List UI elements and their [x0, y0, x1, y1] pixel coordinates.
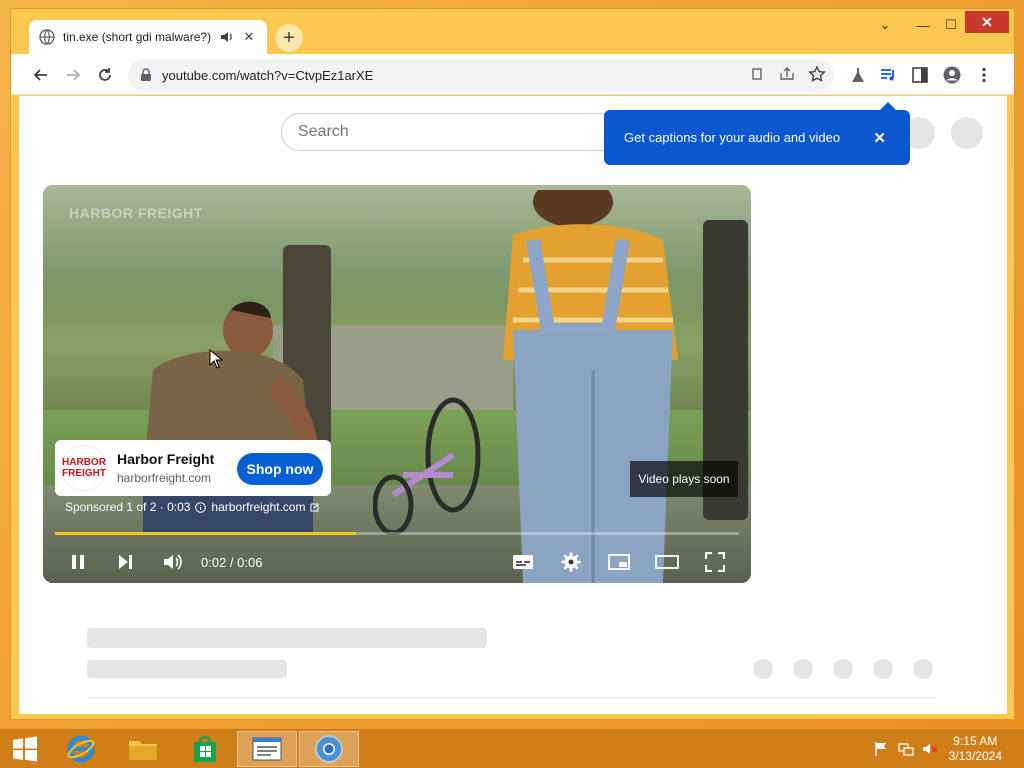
search-input[interactable]: Search: [281, 113, 621, 151]
fullscreen-icon[interactable]: [702, 549, 728, 575]
tab-close-icon[interactable]: ✕: [241, 29, 257, 45]
share-icon[interactable]: [778, 65, 796, 83]
minimize-button[interactable]: —: [911, 15, 935, 35]
ad-title[interactable]: Harbor Freight: [117, 451, 237, 467]
mouse-cursor-icon: [209, 349, 223, 369]
action-skeleton: [753, 659, 773, 679]
clock-date: 3/13/2024: [948, 749, 1002, 763]
back-icon[interactable]: [29, 63, 53, 87]
network-icon[interactable]: [898, 741, 914, 757]
system-clock[interactable]: 9:15 AM 3/13/2024: [949, 734, 1002, 764]
miniplayer-icon[interactable]: [606, 549, 632, 575]
volume-muted-icon[interactable]: [922, 741, 938, 757]
profile-icon[interactable]: [943, 66, 961, 84]
captions-tooltip: Get captions for your audio and video ✕: [604, 102, 910, 165]
ad-card[interactable]: HARBOR FREIGHT Harbor Freight harborfrei…: [55, 440, 331, 496]
player-controls: 0:02 / 0:06: [43, 540, 751, 583]
labs-flask-icon[interactable]: [849, 66, 867, 84]
start-button[interactable]: [0, 731, 50, 767]
info-icon[interactable]: [195, 501, 207, 513]
avatar[interactable]: [951, 117, 983, 149]
store-icon: [194, 735, 216, 762]
clock-time: 9:15 AM: [953, 734, 998, 748]
notepad-button[interactable]: [237, 731, 297, 767]
action-center-flag-icon[interactable]: [873, 741, 889, 757]
theater-mode-icon[interactable]: [654, 549, 680, 575]
tab-title: tin.exe (short gdi malware?): [63, 30, 212, 44]
browser-toolbar: youtube.com/watch?v=CtvpEz1arXE: [11, 54, 1014, 95]
time-display: 0:02 / 0:06: [201, 555, 263, 570]
windows-logo-icon: [13, 736, 37, 762]
subtitles-icon[interactable]: [510, 549, 536, 575]
next-icon[interactable]: [112, 549, 138, 575]
lock-icon[interactable]: [140, 68, 152, 82]
content-divider: [87, 697, 937, 698]
external-link-icon[interactable]: [310, 503, 319, 512]
sponsored-link[interactable]: harborfreight.com: [211, 500, 305, 514]
video-scene-bike: [373, 397, 481, 535]
window-close-button[interactable]: ✕: [965, 11, 1009, 33]
reload-icon[interactable]: [93, 63, 117, 87]
globe-icon: [39, 29, 55, 45]
title-bar: tin.exe (short gdi malware?) ✕ + ⌄ — ☐ ✕: [11, 9, 1014, 54]
title-skeleton: [87, 628, 487, 648]
chrome-icon: [315, 735, 343, 763]
video-player[interactable]: HARBOR FREIGHT HARBOR FREIGHT Harbor Fre…: [43, 185, 751, 583]
youtube-page: Search Get captions for your audio and v…: [19, 96, 1007, 714]
maximize-button[interactable]: ☐: [939, 15, 963, 35]
address-bar[interactable]: youtube.com/watch?v=CtvpEz1arXE: [128, 59, 834, 91]
new-tab-button[interactable]: +: [275, 24, 303, 52]
settings-gear-icon[interactable]: [558, 549, 584, 575]
notepad-icon: [252, 737, 282, 761]
sponsored-text: Sponsored 1 of 2 · 0:03: [65, 500, 191, 514]
speaker-icon[interactable]: [219, 29, 235, 45]
tooltip-close-icon[interactable]: ✕: [873, 129, 886, 147]
file-explorer-button[interactable]: [113, 731, 173, 767]
video-watermark: HARBOR FREIGHT: [69, 205, 203, 221]
forward-icon[interactable]: [61, 63, 85, 87]
bookmark-star-icon[interactable]: [808, 65, 826, 83]
shop-now-button[interactable]: Shop now: [237, 453, 323, 485]
media-controls-icon[interactable]: [879, 66, 897, 84]
progress-bar[interactable]: [55, 532, 739, 535]
folder-icon: [129, 741, 157, 760]
tab-search-icon[interactable]: ⌄: [873, 15, 897, 35]
internet-explorer-icon: [67, 735, 95, 763]
video-scene-child: [503, 190, 678, 583]
ad-url[interactable]: harborfreight.com: [117, 471, 237, 485]
menu-kebab-icon[interactable]: [975, 66, 993, 84]
chrome-button[interactable]: [299, 731, 359, 767]
advertiser-logo[interactable]: HARBOR FREIGHT: [61, 445, 107, 491]
action-skeleton: [913, 659, 933, 679]
browser-window: tin.exe (short gdi malware?) ✕ + ⌄ — ☐ ✕…: [10, 8, 1015, 720]
logo-line-1: HARBOR: [62, 457, 106, 468]
store-button[interactable]: [175, 731, 235, 767]
action-skeleton: [833, 659, 853, 679]
video-plays-soon[interactable]: Video plays soon: [630, 461, 738, 497]
install-app-icon[interactable]: [748, 65, 766, 83]
action-skeleton: [793, 659, 813, 679]
channel-skeleton: [87, 660, 287, 678]
progress-fill: [55, 532, 356, 535]
search-placeholder: Search: [298, 123, 349, 140]
url-text[interactable]: youtube.com/watch?v=CtvpEz1arXE: [162, 68, 373, 83]
internet-explorer-button[interactable]: [51, 731, 111, 767]
action-skeleton: [873, 659, 893, 679]
tab-current[interactable]: tin.exe (short gdi malware?) ✕: [29, 20, 267, 54]
tooltip-text: Get captions for your audio and video: [624, 130, 841, 145]
volume-icon[interactable]: [159, 549, 185, 575]
video-scene-man: [143, 301, 320, 535]
logo-line-2: FREIGHT: [62, 468, 106, 479]
taskbar: 9:15 AM 3/13/2024: [0, 728, 1024, 768]
pause-icon[interactable]: [65, 549, 91, 575]
side-panel-icon[interactable]: [911, 66, 929, 84]
sponsored-info: Sponsored 1 of 2 · 0:03 harborfreight.co…: [65, 500, 319, 514]
